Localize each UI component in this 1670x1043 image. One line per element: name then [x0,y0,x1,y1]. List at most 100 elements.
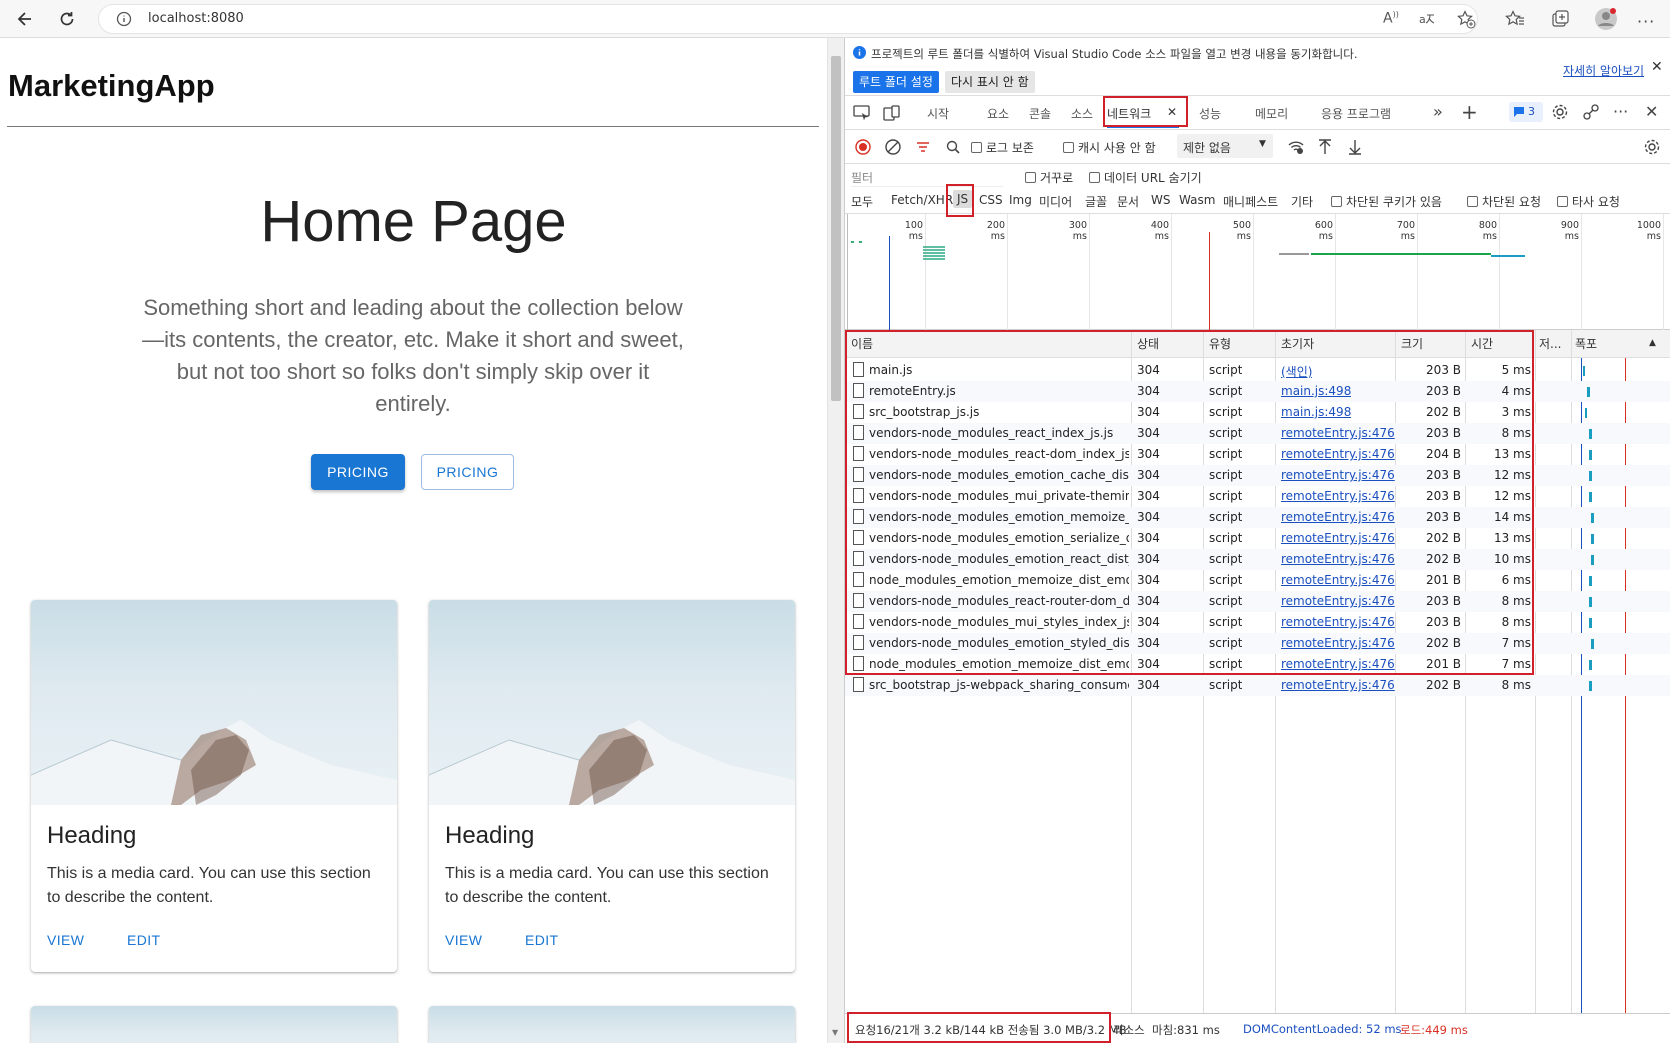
scroll-down-icon[interactable]: ▼ [832,1028,838,1037]
request-initiator[interactable]: remoteEntry.js:476 [1281,678,1395,692]
blocked-cookies-checkbox[interactable]: 차단된 쿠키가 있음 [1331,193,1442,210]
request-size: 202 B [1426,678,1461,692]
filter-input[interactable]: 필터 [851,167,1003,187]
translate-icon[interactable]: a [1418,10,1436,28]
network-settings-icon[interactable] [1643,138,1661,156]
add-tab-icon[interactable]: + [1461,100,1478,124]
import-har-icon[interactable] [1317,138,1333,156]
url-text[interactable]: localhost:8080 [148,11,244,26]
type-css[interactable]: CSS [979,193,1003,207]
export-har-icon[interactable] [1347,138,1363,156]
learn-more-link[interactable]: 자세히 알아보기 [1563,62,1644,79]
dont-show-again-button[interactable]: 다시 표시 안 함 [945,71,1035,93]
blocked-requests-checkbox[interactable]: 차단된 요청 [1467,193,1541,210]
inspect-icon[interactable] [853,105,871,121]
tab-welcome[interactable]: 시작 [927,105,949,122]
media-card [429,1006,795,1043]
waterfall-bar [1583,366,1585,376]
request-name: src_bootstrap_js-webpack_sharing_consume… [869,678,1129,692]
back-icon[interactable] [12,6,38,32]
favorites-icon[interactable] [1505,9,1525,29]
timeline-tick-label: 200 ms [986,220,1005,242]
more-tabs-icon[interactable]: » [1433,102,1443,121]
record-icon[interactable] [855,139,871,155]
type-media[interactable]: 미디어 [1039,193,1072,210]
timeline-gridline [1335,214,1336,330]
tab-elements[interactable]: 요소 [987,105,1009,122]
view-button[interactable]: VIEW [47,932,84,948]
waterfall-bar [1589,681,1592,691]
col-priority[interactable]: 저... [1539,330,1561,358]
type-wasm[interactable]: Wasm [1179,193,1215,207]
customize-menu-icon[interactable]: ··· [1613,102,1628,121]
edit-button[interactable]: EDIT [127,932,161,948]
pricing-button-primary[interactable]: PRICING [311,454,405,490]
waterfall-bar [1589,471,1592,481]
disable-cache-label: 캐시 사용 안 함 [1078,141,1156,155]
clear-icon[interactable] [885,139,901,155]
site-info-icon[interactable] [116,11,132,27]
close-info-icon[interactable]: ✕ [1651,59,1663,75]
hide-data-urls-checkbox[interactable]: 데이터 URL 숨기기 [1089,169,1202,186]
view-button[interactable]: VIEW [445,932,482,948]
type-img[interactable]: Img [1009,193,1032,207]
timeline-gridline [1089,214,1090,330]
set-root-folder-button[interactable]: 루트 폴더 설정 [853,71,939,93]
type-other[interactable]: 기타 [1291,193,1313,210]
pricing-button-outlined[interactable]: PRICING [421,454,514,490]
throttling-select[interactable]: 제한 없음 ▼ [1177,134,1273,158]
brand-title[interactable]: MarketingApp [8,68,215,104]
tab-application[interactable]: 응용 프로그램 [1321,105,1391,122]
invert-checkbox[interactable]: 거꾸로 [1025,169,1073,186]
favorite-add-icon[interactable] [1456,9,1476,29]
waterfall-bar [1589,429,1592,439]
disable-cache-checkbox[interactable]: 캐시 사용 안 함 [1063,139,1156,156]
waterfall-bar [1591,639,1594,649]
read-aloud-icon[interactable]: A)) [1383,10,1399,27]
devtools-tabs: 시작 요소 콘솔 소스 네트워크 ✕ 성능 메모리 응용 프로그램 » + 3 … [845,96,1670,130]
collections-icon[interactable] [1550,9,1570,29]
type-all[interactable]: 모두 [851,193,873,210]
blocked-cookies-label: 차단된 쿠키가 있음 [1346,195,1442,209]
preserve-log-checkbox[interactable]: 로그 보존 [971,139,1034,156]
table-row[interactable]: src_bootstrap_js-webpack_sharing_consume… [845,675,1670,696]
settings-icon[interactable] [1551,103,1569,121]
network-overview[interactable]: 100 ms 200 ms 300 ms 400 ms 500 ms 600 ms 700 … [845,214,1670,330]
card-heading: Heading [47,822,137,849]
third-party-checkbox[interactable]: 타사 요청 [1557,193,1620,210]
type-fetch-xhr[interactable]: Fetch/XHR [891,193,953,207]
sort-up-icon[interactable]: ▲ [1649,338,1656,348]
timeline-tick-label: 500 ms [1232,220,1251,242]
page-scrollbar[interactable]: ▼ [827,38,844,1043]
info-message: 프로젝트의 루트 폴더를 식별하여 Visual Studio Code 소스 … [871,47,1358,61]
timeline-tick-label: 100 ms [904,220,923,242]
edit-button[interactable]: EDIT [525,932,559,948]
connect-icon[interactable] [1582,103,1600,121]
waterfall-bar [1589,492,1592,502]
media-card: Heading This is a media card. You can us… [31,600,397,972]
network-conditions-icon[interactable] [1287,138,1305,156]
col-waterfall[interactable]: 폭포 [1575,330,1597,358]
tab-memory[interactable]: 메모리 [1255,105,1288,122]
request-status: 304 [1137,678,1160,692]
scrollbar-thumb[interactable] [831,56,841,401]
profile-avatar[interactable] [1594,7,1618,31]
device-emulation-icon[interactable] [883,105,901,121]
close-devtools-icon[interactable]: ✕ [1645,102,1658,121]
type-doc[interactable]: 문서 [1117,193,1139,210]
search-icon[interactable] [945,139,961,155]
address-bar[interactable] [98,4,1478,34]
network-toolbar: 로그 보존 캐시 사용 안 함 제한 없음 ▼ [845,130,1670,164]
tab-sources[interactable]: 소스 [1071,105,1093,122]
tab-performance[interactable]: 성능 [1199,105,1221,122]
refresh-icon[interactable] [54,6,80,32]
type-manifest[interactable]: 매니페스트 [1223,193,1278,210]
tab-console[interactable]: 콘솔 [1029,105,1051,122]
more-menu-icon[interactable]: ··· [1637,12,1655,31]
type-ws[interactable]: WS [1151,193,1170,207]
type-font[interactable]: 글꼴 [1085,193,1107,210]
issues-badge[interactable]: 3 [1509,102,1543,122]
svg-text:a: a [1419,13,1426,26]
waterfall-bar [1589,576,1592,586]
filter-icon[interactable] [915,139,931,155]
